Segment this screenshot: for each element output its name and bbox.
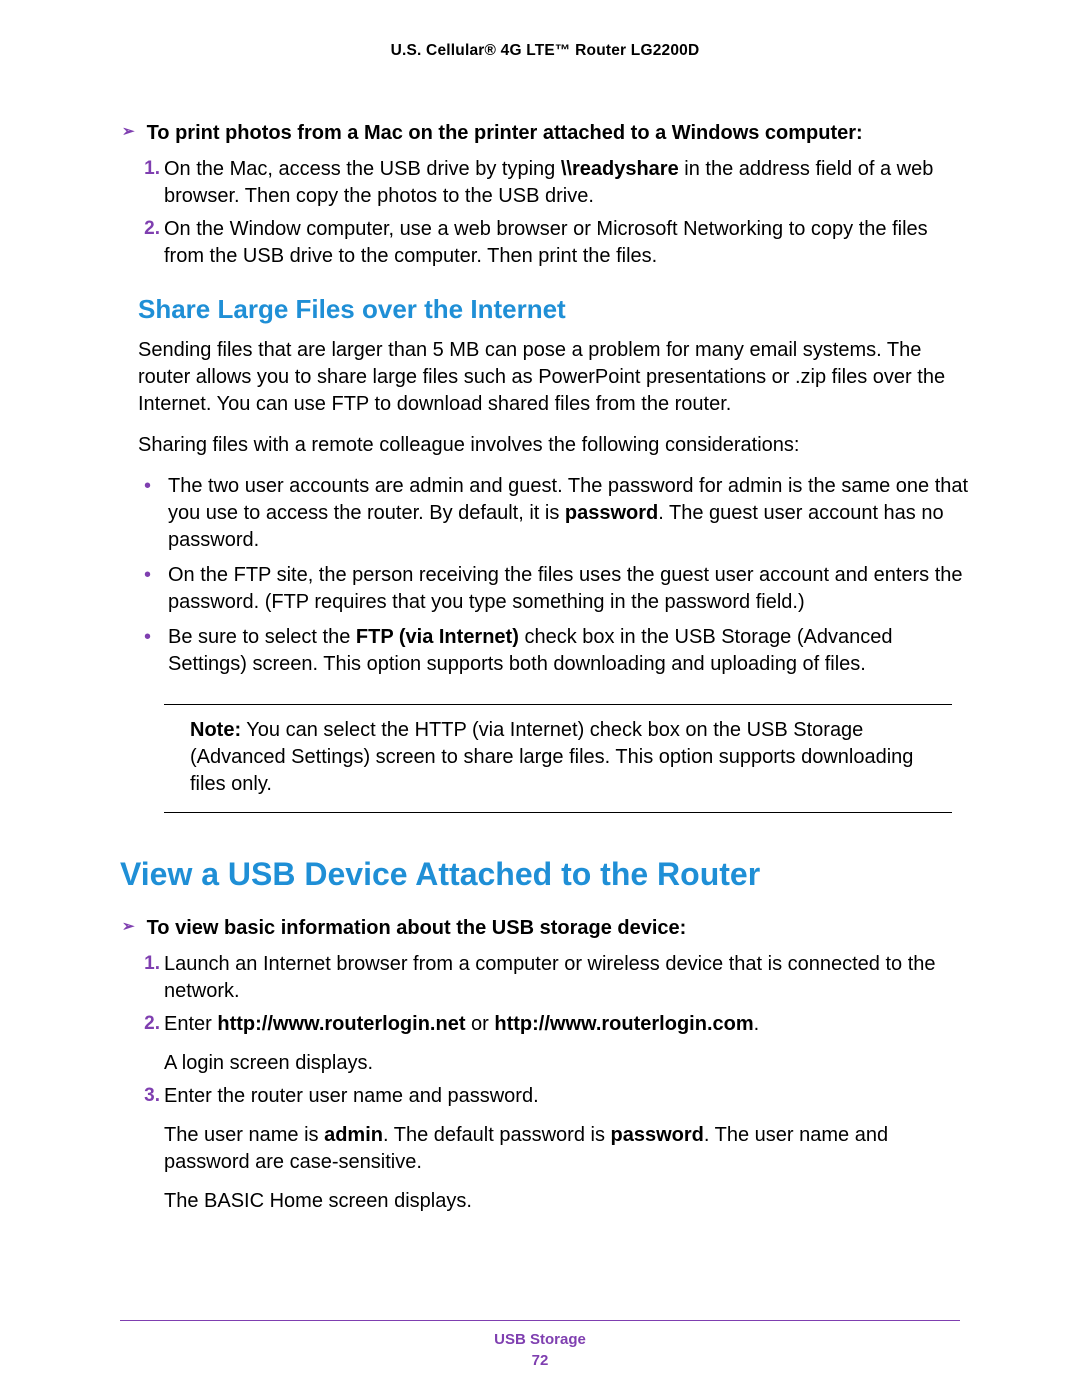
- step-number: 1.: [138, 156, 160, 182]
- footer-section-title: USB Storage: [0, 1331, 1080, 1348]
- step-text: Launch an Internet browser from a comput…: [164, 951, 970, 1005]
- arrow-icon: ➢: [122, 915, 135, 939]
- steps-list-view-usb: 1. Launch an Internet browser from a com…: [120, 951, 970, 1215]
- step-paragraph: The user name is admin. The default pass…: [164, 1122, 970, 1176]
- bullet-list-considerations: The two user accounts are admin and gues…: [138, 473, 970, 678]
- note-box: Note: You can select the HTTP (via Inter…: [164, 704, 952, 813]
- list-item: Be sure to select the FTP (via Internet)…: [138, 624, 970, 678]
- text: On the Mac, access the USB drive by typi…: [164, 158, 561, 180]
- body-paragraph: Sharing files with a remote colleague in…: [138, 432, 970, 459]
- text: . The default password is: [383, 1124, 611, 1146]
- step-number: 2.: [138, 216, 160, 242]
- step-text: Enter the router user name and password.: [164, 1083, 970, 1110]
- steps-list-print-photos: 1. On the Mac, access the USB drive by t…: [120, 156, 970, 270]
- heading-share-large-files: Share Large Files over the Internet: [138, 294, 970, 325]
- note-label: Note:: [190, 719, 241, 741]
- heading-view-usb-device: View a USB Device Attached to the Router: [120, 855, 970, 893]
- bold-text: password: [565, 502, 658, 524]
- list-item: 1. On the Mac, access the USB drive by t…: [164, 156, 970, 210]
- procedure-title: To print photos from a Mac on the printe…: [147, 120, 863, 146]
- text: Enter: [164, 1013, 217, 1035]
- text: On the FTP site, the person receiving th…: [168, 564, 963, 613]
- bold-text: FTP (via Internet): [356, 626, 519, 648]
- list-item: 2. On the Window computer, use a web bro…: [164, 216, 970, 270]
- body-paragraph: Sending files that are larger than 5 MB …: [138, 337, 970, 418]
- text: or: [465, 1013, 494, 1035]
- bold-text: admin: [324, 1124, 383, 1146]
- arrow-icon: ➢: [122, 120, 135, 144]
- bold-text: http://www.routerlogin.com: [494, 1013, 753, 1035]
- bold-text: password: [611, 1124, 704, 1146]
- step-paragraph: The BASIC Home screen displays.: [164, 1188, 970, 1215]
- step-number: 3.: [138, 1083, 160, 1109]
- footer-page-number: 72: [0, 1352, 1080, 1369]
- text: Be sure to select the: [168, 626, 356, 648]
- page-header: U.S. Cellular® 4G LTE™ Router LG2200D: [120, 42, 970, 60]
- list-item: 2. Enter http://www.routerlogin.net or h…: [164, 1011, 970, 1077]
- list-item: The two user accounts are admin and gues…: [138, 473, 970, 554]
- text: You can select the HTTP (via Internet) c…: [190, 719, 913, 795]
- bold-text: http://www.routerlogin.net: [217, 1013, 465, 1035]
- step-number: 1.: [138, 951, 160, 977]
- list-item: On the FTP site, the person receiving th…: [138, 562, 970, 616]
- step-text: On the Mac, access the USB drive by typi…: [164, 156, 970, 210]
- procedure-heading-print-photos: ➢ To print photos from a Mac on the prin…: [120, 120, 970, 146]
- text: On the Window computer, use a web browse…: [164, 218, 928, 267]
- text: .: [754, 1013, 760, 1035]
- procedure-title: To view basic information about the USB …: [147, 915, 687, 941]
- page-footer: USB Storage 72: [0, 1320, 1080, 1369]
- list-item: 3. Enter the router user name and passwo…: [164, 1083, 970, 1215]
- list-item: 1. Launch an Internet browser from a com…: [164, 951, 970, 1005]
- procedure-heading-view-usb: ➢ To view basic information about the US…: [120, 915, 970, 941]
- document-page: U.S. Cellular® 4G LTE™ Router LG2200D ➢ …: [0, 0, 1080, 1215]
- step-text: Enter http://www.routerlogin.net or http…: [164, 1011, 970, 1038]
- text: The user name is: [164, 1124, 324, 1146]
- bold-text: \\readyshare: [561, 158, 679, 180]
- step-number: 2.: [138, 1011, 160, 1037]
- footer-rule: [120, 1320, 960, 1321]
- step-text: On the Window computer, use a web browse…: [164, 216, 970, 270]
- note-text: Note: You can select the HTTP (via Inter…: [170, 717, 946, 798]
- step-paragraph: A login screen displays.: [164, 1050, 970, 1077]
